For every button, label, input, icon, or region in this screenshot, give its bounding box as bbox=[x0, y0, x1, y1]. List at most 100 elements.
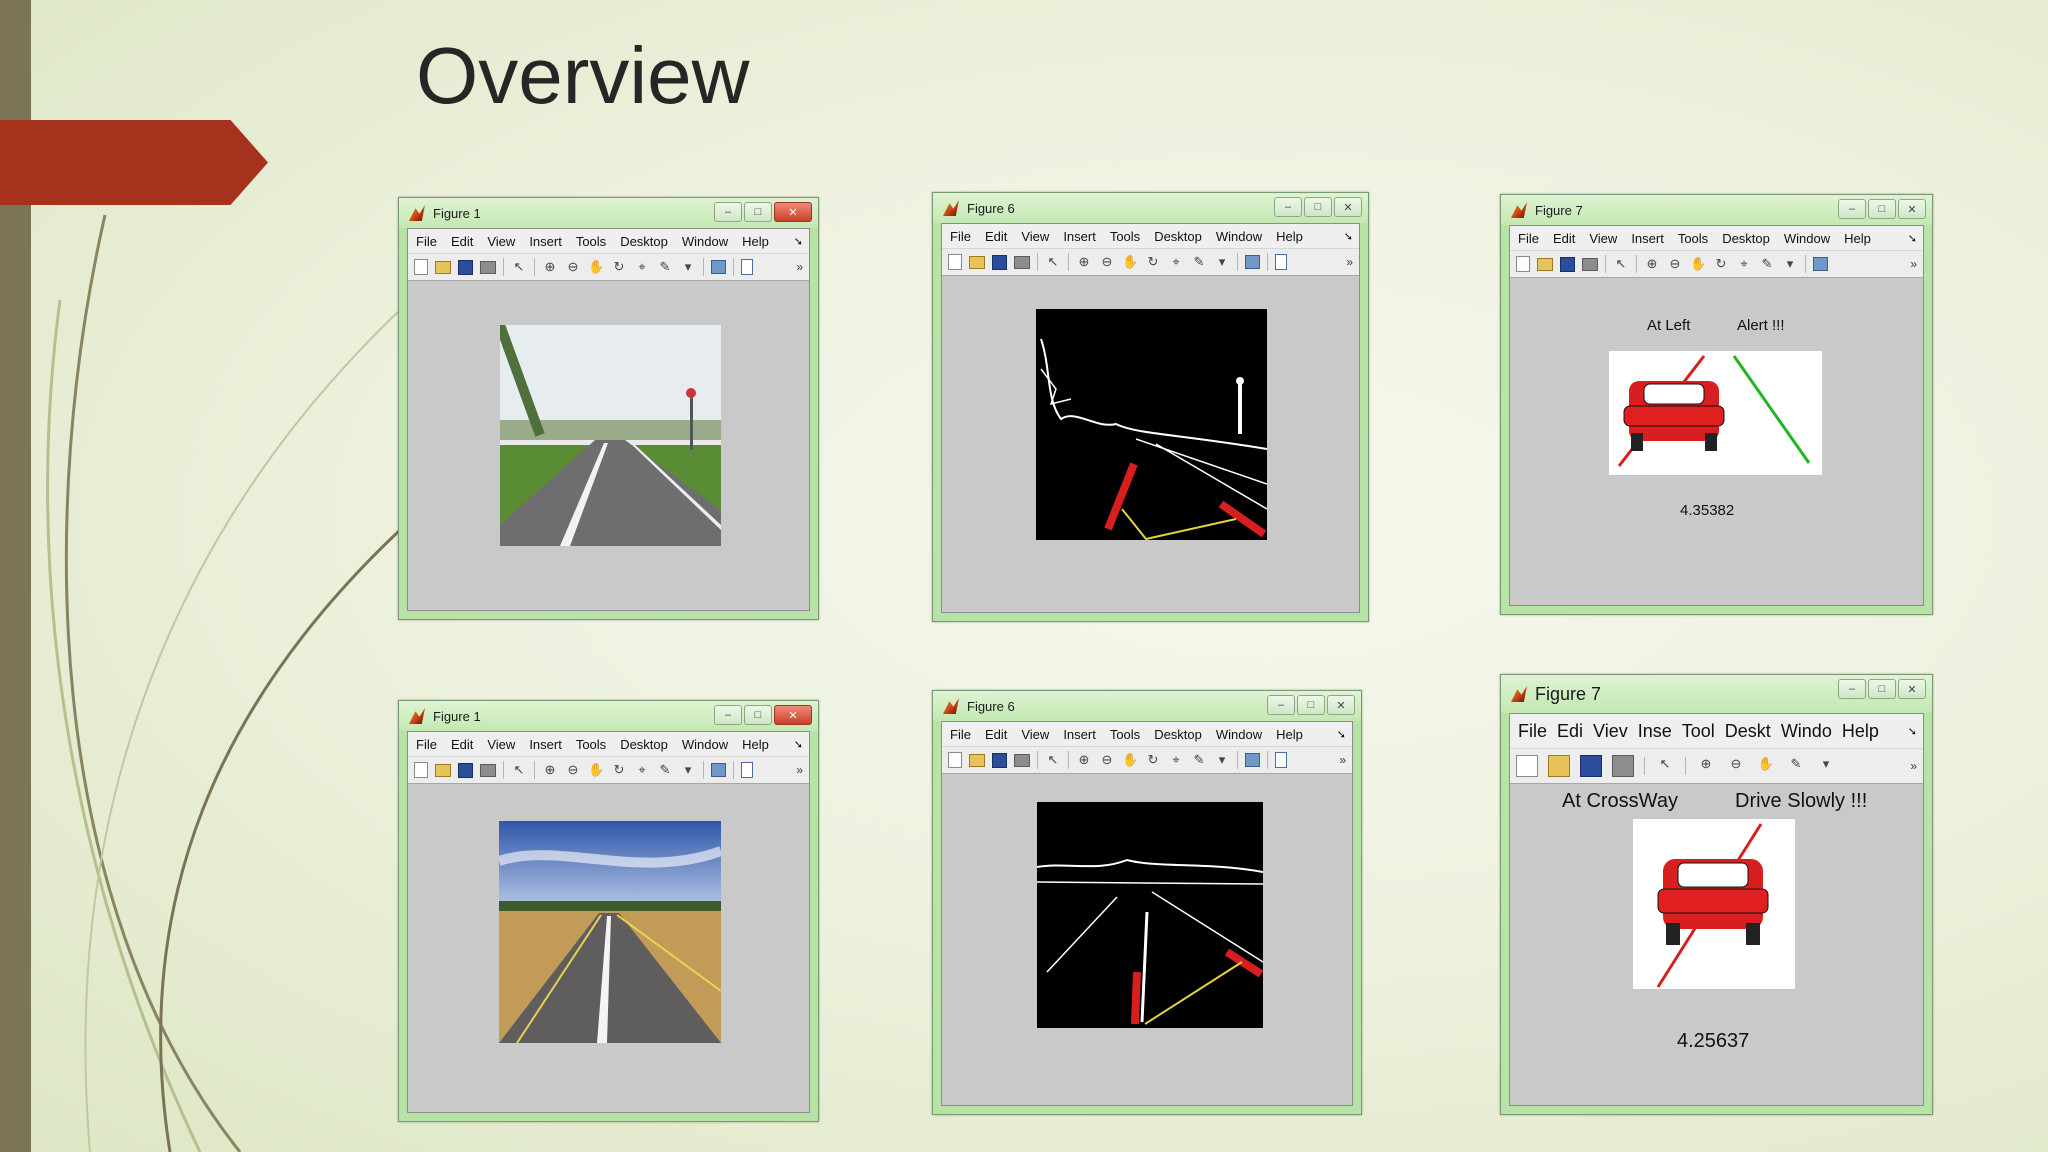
print-icon[interactable] bbox=[480, 763, 496, 777]
save-icon[interactable] bbox=[992, 752, 1007, 768]
menu-tools[interactable]: Tools bbox=[576, 234, 606, 249]
print-icon[interactable] bbox=[1014, 753, 1030, 767]
menu-tools[interactable]: Tools bbox=[1110, 727, 1140, 742]
menu-window[interactable]: Window bbox=[1216, 727, 1262, 742]
menu-help[interactable]: Help bbox=[1276, 727, 1303, 742]
zoom-out-icon[interactable]: ⊖ bbox=[565, 259, 581, 275]
minimize-button[interactable]: – bbox=[1274, 197, 1302, 217]
open-folder-icon[interactable] bbox=[1548, 755, 1570, 777]
rotate-icon[interactable]: ↻ bbox=[1713, 256, 1729, 272]
toolbar-overflow-icon[interactable]: » bbox=[796, 260, 803, 274]
pan-icon[interactable]: ✋ bbox=[588, 762, 604, 778]
menu-view[interactable]: View bbox=[1589, 231, 1617, 246]
window-titlebar[interactable]: Figure 1 – □ ✕ bbox=[399, 198, 818, 228]
menu-file[interactable]: File bbox=[416, 737, 437, 752]
open-folder-icon[interactable] bbox=[969, 753, 985, 767]
menu-file[interactable]: File bbox=[950, 727, 971, 742]
minimize-button[interactable]: – bbox=[1838, 199, 1866, 219]
zoom-out-icon[interactable]: ⊖ bbox=[1667, 256, 1683, 272]
menu-help[interactable]: Help bbox=[742, 737, 769, 752]
pointer-icon[interactable]: ↖ bbox=[1045, 254, 1061, 270]
link-icon[interactable] bbox=[1245, 255, 1260, 269]
menu-insert[interactable]: Insert bbox=[1063, 727, 1096, 742]
pan-icon[interactable]: ✋ bbox=[1756, 756, 1776, 776]
dropdown-icon[interactable]: ▾ bbox=[1816, 756, 1836, 776]
save-icon[interactable] bbox=[458, 259, 473, 275]
maximize-button[interactable]: □ bbox=[744, 705, 772, 725]
dropdown-icon[interactable]: ▾ bbox=[680, 762, 696, 778]
maximize-button[interactable]: □ bbox=[1868, 679, 1896, 699]
toolbar-overflow-icon[interactable]: » bbox=[1910, 257, 1917, 271]
menu-desktop[interactable]: Desktop bbox=[1722, 231, 1770, 246]
zoom-in-icon[interactable]: ⊕ bbox=[542, 259, 558, 275]
new-file-icon[interactable] bbox=[948, 254, 962, 270]
menu-tools[interactable]: Tool bbox=[1682, 721, 1715, 742]
menu-help[interactable]: Help bbox=[742, 234, 769, 249]
minimize-button[interactable]: – bbox=[1267, 695, 1295, 715]
print-icon[interactable] bbox=[1612, 755, 1634, 777]
menu-window[interactable]: Windo bbox=[1781, 721, 1832, 742]
minimize-button[interactable]: – bbox=[1838, 679, 1866, 699]
menu-desktop[interactable]: Desktop bbox=[620, 737, 668, 752]
toolbar-overflow-icon[interactable]: » bbox=[796, 763, 803, 777]
data-cursor-icon[interactable]: ⌖ bbox=[634, 259, 650, 275]
save-icon[interactable] bbox=[1580, 755, 1602, 777]
dock-arrow-icon[interactable]: ➘ bbox=[794, 738, 803, 751]
insert-colorbar-icon[interactable] bbox=[1275, 752, 1287, 768]
dock-arrow-icon[interactable]: ➘ bbox=[1908, 725, 1917, 738]
menu-window[interactable]: Window bbox=[1216, 229, 1262, 244]
data-cursor-icon[interactable]: ⌖ bbox=[634, 762, 650, 778]
maximize-button[interactable]: □ bbox=[1868, 199, 1896, 219]
brush-icon[interactable]: ✎ bbox=[1759, 256, 1775, 272]
new-file-icon[interactable] bbox=[1516, 256, 1530, 272]
save-icon[interactable] bbox=[458, 762, 473, 778]
menu-view[interactable]: Viev bbox=[1593, 721, 1628, 742]
open-folder-icon[interactable] bbox=[1537, 257, 1553, 271]
zoom-out-icon[interactable]: ⊖ bbox=[1099, 752, 1115, 768]
link-icon[interactable] bbox=[711, 260, 726, 274]
toolbar-overflow-icon[interactable]: » bbox=[1346, 255, 1353, 269]
menu-view[interactable]: View bbox=[487, 737, 515, 752]
menu-insert[interactable]: Inse bbox=[1638, 721, 1672, 742]
open-folder-icon[interactable] bbox=[969, 255, 985, 269]
zoom-out-icon[interactable]: ⊖ bbox=[1099, 254, 1115, 270]
menu-edit[interactable]: Edi bbox=[1557, 721, 1583, 742]
menu-file[interactable]: File bbox=[1518, 231, 1539, 246]
print-icon[interactable] bbox=[480, 260, 496, 274]
menu-view[interactable]: View bbox=[487, 234, 515, 249]
close-button[interactable]: ✕ bbox=[1327, 695, 1355, 715]
save-icon[interactable] bbox=[992, 254, 1007, 270]
zoom-in-icon[interactable]: ⊕ bbox=[1076, 752, 1092, 768]
new-file-icon[interactable] bbox=[948, 752, 962, 768]
dropdown-icon[interactable]: ▾ bbox=[680, 259, 696, 275]
menu-help[interactable]: Help bbox=[1842, 721, 1879, 742]
insert-colorbar-icon[interactable] bbox=[741, 259, 753, 275]
data-cursor-icon[interactable]: ⌖ bbox=[1168, 254, 1184, 270]
pointer-icon[interactable]: ↖ bbox=[511, 762, 527, 778]
dropdown-icon[interactable]: ▾ bbox=[1782, 256, 1798, 272]
brush-icon[interactable]: ✎ bbox=[1786, 756, 1806, 776]
menu-desktop[interactable]: Desktop bbox=[620, 234, 668, 249]
window-titlebar[interactable]: Figure 6 – □ ✕ bbox=[933, 193, 1368, 223]
figure-window-7-bottom[interactable]: Figure 7 – □ ✕ File Edi Viev Inse Tool D… bbox=[1500, 674, 1933, 1115]
rotate-icon[interactable]: ↻ bbox=[611, 762, 627, 778]
pointer-icon[interactable]: ↖ bbox=[1613, 256, 1629, 272]
pan-icon[interactable]: ✋ bbox=[1690, 256, 1706, 272]
rotate-icon[interactable]: ↻ bbox=[611, 259, 627, 275]
close-button[interactable]: ✕ bbox=[774, 202, 812, 222]
zoom-out-icon[interactable]: ⊖ bbox=[1726, 756, 1746, 776]
menu-window[interactable]: Window bbox=[682, 737, 728, 752]
dock-arrow-icon[interactable]: ➘ bbox=[1344, 230, 1353, 243]
maximize-button[interactable]: □ bbox=[1304, 197, 1332, 217]
brush-icon[interactable]: ✎ bbox=[1191, 254, 1207, 270]
close-button[interactable]: ✕ bbox=[1334, 197, 1362, 217]
zoom-in-icon[interactable]: ⊕ bbox=[542, 762, 558, 778]
link-icon[interactable] bbox=[1813, 257, 1828, 271]
menu-window[interactable]: Window bbox=[682, 234, 728, 249]
menu-desktop[interactable]: Desktop bbox=[1154, 727, 1202, 742]
zoom-in-icon[interactable]: ⊕ bbox=[1076, 254, 1092, 270]
menu-edit[interactable]: Edit bbox=[451, 737, 473, 752]
dock-arrow-icon[interactable]: ➘ bbox=[1908, 232, 1917, 245]
menu-help[interactable]: Help bbox=[1844, 231, 1871, 246]
menu-desktop[interactable]: Desktop bbox=[1154, 229, 1202, 244]
